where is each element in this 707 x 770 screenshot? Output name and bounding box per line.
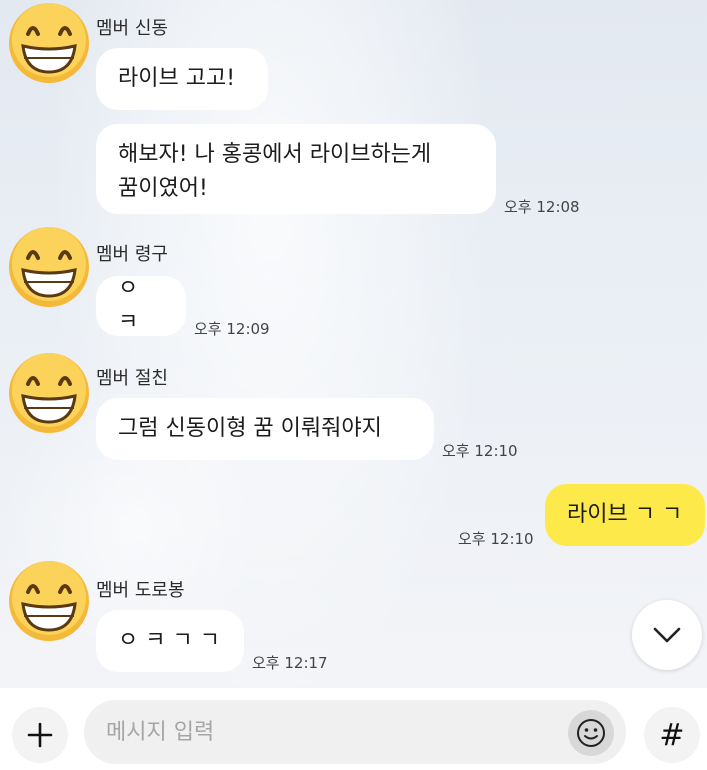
avatar[interactable] [6,350,92,436]
avatar[interactable] [6,0,92,86]
message-text: ㅇ ㅋ [118,276,139,335]
plus-icon [27,722,53,748]
message-bubble[interactable]: 라이브 고고! [96,48,268,110]
message-bubble[interactable]: 그럼 신동이형 꿈 이뤄줘야지 [96,398,434,460]
message-text-line: 해보자! 나 홍콩에서 라이브하는게 [118,142,432,167]
scroll-to-bottom-button[interactable] [632,600,702,670]
hashtag-button[interactable]: # [644,707,700,763]
sender-name: 멤버 도로봉 [96,580,185,601]
sender-name: 멤버 령구 [96,244,168,265]
message-bubble[interactable]: ㅇ ㅋ ㄱ ㄱ [96,610,244,672]
emoji-button[interactable] [568,710,614,756]
message-text: 라이브 ㄱ ㄱ [567,502,683,527]
message-text: 그럼 신동이형 꿈 이뤄줘야지 [118,416,382,441]
sender-name: 멤버 절친 [96,368,168,389]
message-text: ㅇ ㅋ ㄱ ㄱ [118,628,220,653]
add-attachment-button[interactable] [12,707,68,763]
message-bubble[interactable]: 해보자! 나 홍콩에서 라이브하는게 꿈이였어! [96,124,496,214]
my-message-bubble[interactable]: 라이브 ㄱ ㄱ [545,484,705,546]
avatar[interactable] [6,224,92,310]
chevron-down-icon [653,627,681,643]
grinning-face-icon [9,227,89,307]
message-bubble[interactable]: ㅇ ㅋ [96,276,186,336]
avatar[interactable] [6,558,92,644]
message-time: 오후 12:17 [252,654,328,672]
message-time: 오후 12:08 [504,198,580,216]
message-composer: # [0,688,707,770]
message-time: 오후 12:10 [442,442,518,460]
grinning-face-icon [9,3,89,83]
smiley-icon [577,719,605,747]
message-input[interactable] [84,700,626,764]
hash-label: # [659,717,685,753]
grinning-face-icon [9,353,89,433]
sender-name: 멤버 신동 [96,18,168,39]
message-text: 라이브 고고! [118,66,236,91]
message-time: 오후 12:10 [458,530,534,548]
grinning-face-icon [9,561,89,641]
message-time: 오후 12:09 [194,320,270,338]
message-text-line: 꿈이였어! [118,176,208,201]
